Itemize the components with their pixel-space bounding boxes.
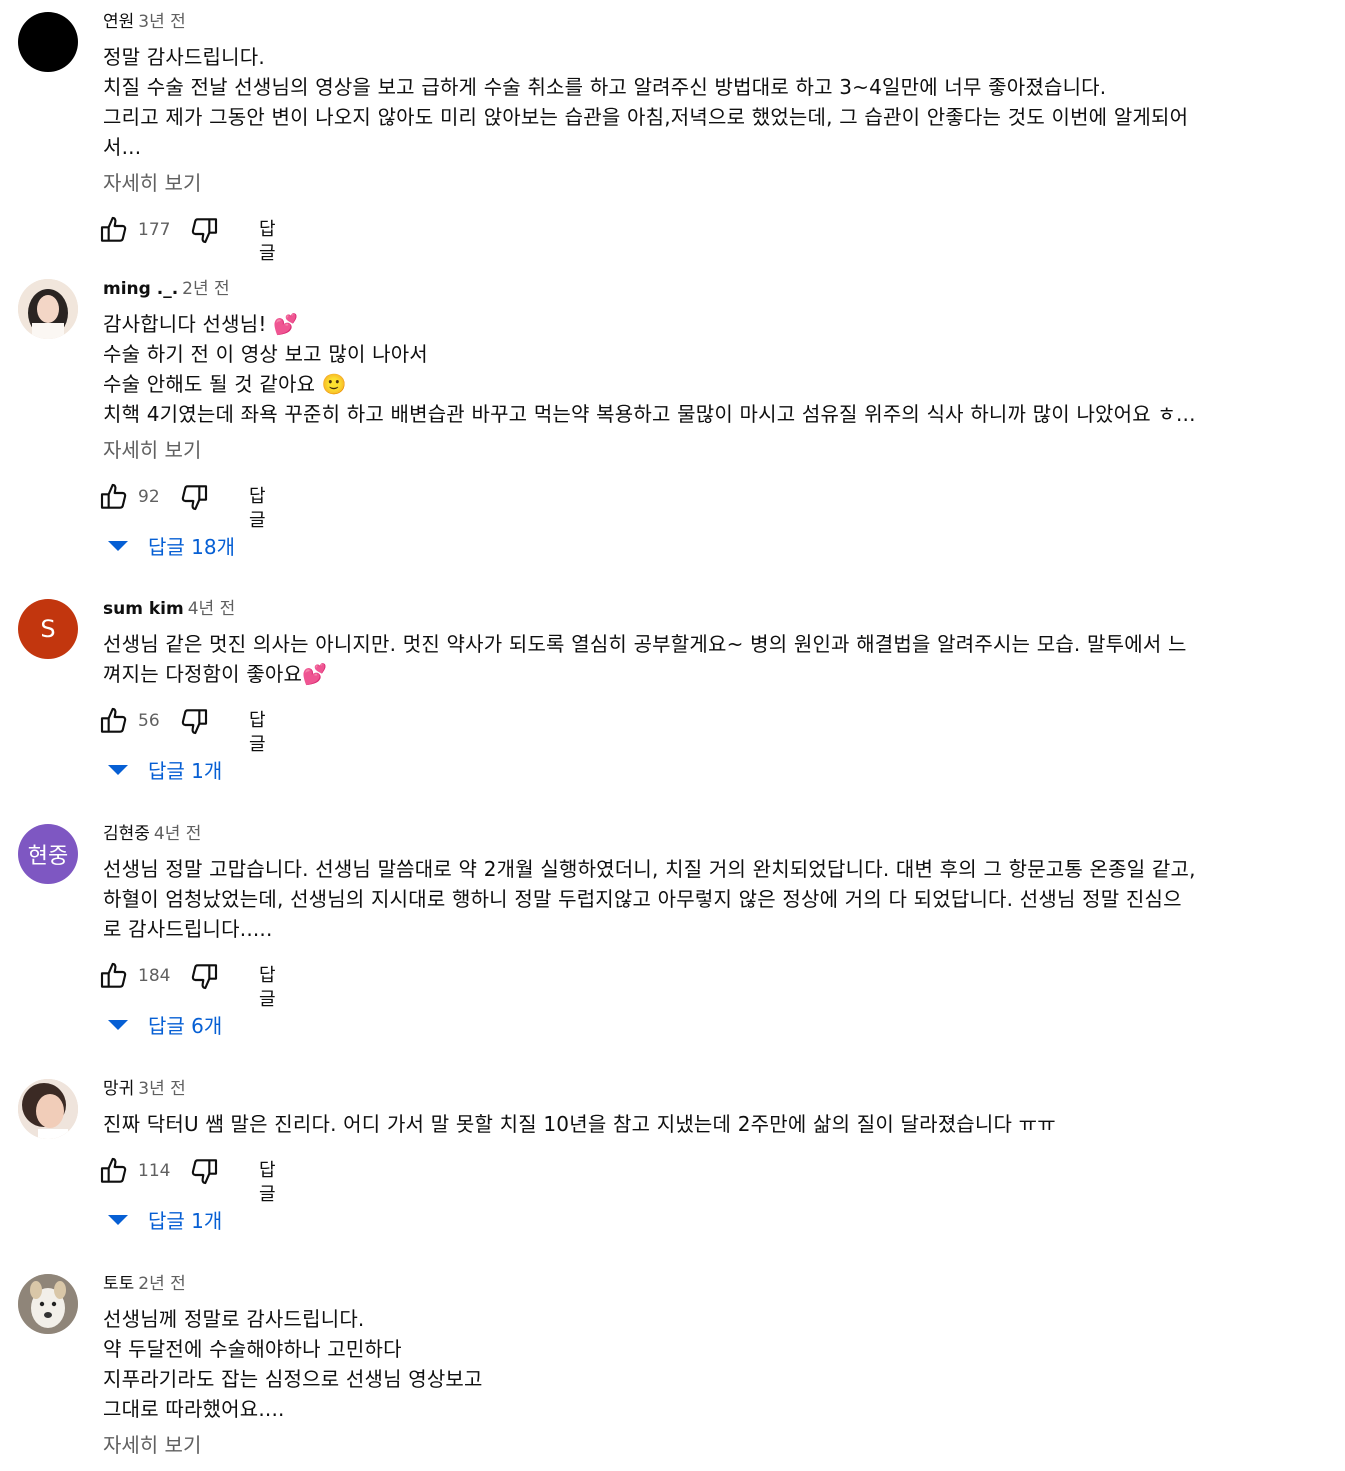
comment-text: 감사합니다 선생님! 💕 수술 하기 전 이 영상 보고 많이 나아서 수술 안… [103, 309, 1298, 429]
profile-photo-icon [18, 1274, 78, 1334]
comment-text: 선생님 정말 고맙습니다. 선생님 말씀대로 약 2개월 실행하였더니, 치질 … [103, 854, 1298, 944]
thumb-down-icon [181, 709, 208, 735]
comment-line: 감사합니다 선생님! 💕 [103, 312, 299, 336]
thumb-down-icon [191, 1159, 218, 1185]
reply-button[interactable]: 답글 [259, 964, 276, 1012]
dislike-button[interactable] [188, 1155, 220, 1187]
like-count: 184 [138, 966, 171, 986]
reply-button[interactable]: 답글 [249, 709, 266, 757]
comment-header: 김현중 4년 전 [103, 821, 201, 847]
comment-header: sum kim 4년 전 [103, 596, 235, 622]
comment-line: 그리고 제가 그동안 변이 나오지 않아도 미리 앉아보는 습관을 아침,저녁으… [103, 105, 1189, 129]
thumb-up-icon [100, 707, 127, 733]
comment-header: 연원 3년 전 [103, 9, 186, 35]
dislike-button[interactable] [188, 214, 220, 246]
like-count: 92 [138, 487, 160, 507]
like-count: 56 [138, 711, 160, 731]
author-name[interactable]: 연원 [103, 12, 134, 32]
replies-count: 답글 6개 [148, 1014, 223, 1038]
comment-line: 껴지는 다정함이 좋아요💕 [103, 662, 328, 686]
triangle-down-icon [108, 541, 128, 551]
author-name[interactable]: sum kim [103, 599, 184, 619]
reply-button[interactable]: 답글 [249, 485, 266, 533]
author-name[interactable]: 김현중 [103, 824, 150, 844]
thumb-up-icon [100, 1157, 127, 1183]
thumb-down-icon [181, 485, 208, 511]
avatar[interactable]: 현중 [18, 824, 78, 884]
comment-line: 지푸라기라도 잡는 심정으로 선생님 영상보고 [103, 1367, 483, 1391]
comment-time[interactable]: 4년 전 [188, 599, 236, 619]
reply-button[interactable]: 답글 [259, 1159, 276, 1207]
avatar[interactable] [18, 1274, 78, 1334]
author-name[interactable]: ming ._. [103, 279, 178, 299]
replies-count: 답글 1개 [148, 1209, 223, 1233]
comment-line: 그대로 따라했어요.... [103, 1397, 285, 1421]
comment-line: 선생님 정말 고맙습니다. 선생님 말씀대로 약 2개월 실행하였더니, 치질 … [103, 857, 1196, 881]
author-name[interactable]: 토토 [103, 1274, 134, 1294]
read-more-button[interactable]: 자세히 보기 [103, 1430, 201, 1460]
triangle-down-icon [108, 765, 128, 775]
replies-count: 답글 1개 [148, 759, 223, 783]
read-more-button[interactable]: 자세히 보기 [103, 168, 201, 198]
avatar[interactable]: S [18, 599, 78, 659]
comment-line: 선생님 같은 멋진 의사는 아니지만. 멋진 약사가 되도록 열심히 공부할게요… [103, 632, 1187, 656]
comment-header: 토토 2년 전 [103, 1271, 186, 1297]
like-count: 177 [138, 220, 171, 240]
thumb-up-icon [100, 483, 127, 509]
comment-header: ming ._. 2년 전 [103, 276, 230, 302]
comment-text: 선생님 같은 멋진 의사는 아니지만. 멋진 약사가 되도록 열심히 공부할게요… [103, 629, 1298, 689]
comment-line: 진짜 닥터U 쌤 말은 진리다. 어디 가서 말 못할 치질 10년을 참고 지… [103, 1112, 1056, 1136]
comment-line: 선생님께 정말로 감사드립니다. [103, 1307, 365, 1331]
profile-photo-icon [18, 279, 78, 339]
thumb-down-icon [191, 218, 218, 244]
comment-line: 정말 감사드립니다. [103, 45, 265, 69]
comment-header: 망귀 3년 전 [103, 1076, 186, 1102]
dislike-button[interactable] [178, 481, 210, 513]
thumb-up-icon [100, 962, 127, 988]
avatar[interactable] [18, 1079, 78, 1139]
like-count: 114 [138, 1161, 171, 1181]
dislike-button[interactable] [178, 705, 210, 737]
like-button[interactable] [98, 481, 130, 513]
author-name[interactable]: 망귀 [103, 1079, 134, 1099]
profile-photo-icon [18, 1079, 78, 1139]
comment-line: 서... [103, 135, 142, 159]
like-button[interactable] [98, 705, 130, 737]
avatar[interactable] [18, 279, 78, 339]
dislike-button[interactable] [188, 960, 220, 992]
comment-time[interactable]: 4년 전 [154, 824, 202, 844]
comment-time[interactable]: 2년 전 [182, 279, 230, 299]
avatar-initial: 현중 [27, 844, 69, 869]
thumb-down-icon [191, 964, 218, 990]
comment-line: 치질 수술 전날 선생님의 영상을 보고 급하게 수술 취소를 하고 알려주신 … [103, 75, 1107, 99]
triangle-down-icon [108, 1020, 128, 1030]
comment-line: 수술 안해도 될 것 같아요 🙂 [103, 372, 347, 396]
like-button[interactable] [98, 214, 130, 246]
comment-text: 선생님께 정말로 감사드립니다. 약 두달전에 수술해야하나 고민하다 지푸라기… [103, 1304, 1298, 1424]
comment-text: 진짜 닥터U 쌤 말은 진리다. 어디 가서 말 못할 치질 10년을 참고 지… [103, 1109, 1298, 1139]
comment-line: 하혈이 엄청났었는데, 선생님의 지시대로 행하니 정말 두럽지않고 아무렇지 … [103, 887, 1182, 911]
comment-time[interactable]: 3년 전 [138, 1079, 186, 1099]
like-button[interactable] [98, 1155, 130, 1187]
reply-button[interactable]: 답글 [259, 218, 276, 266]
comment-time[interactable]: 3년 전 [138, 12, 186, 32]
comment-text: 정말 감사드립니다. 치질 수술 전날 선생님의 영상을 보고 급하게 수술 취… [103, 42, 1298, 162]
avatar[interactable] [18, 12, 78, 72]
triangle-down-icon [108, 1215, 128, 1225]
comment-line: 로 감사드립니다..... [103, 917, 273, 941]
avatar-initial: S [40, 615, 56, 643]
comment-time[interactable]: 2년 전 [138, 1274, 186, 1294]
replies-count: 답글 18개 [148, 535, 236, 559]
thumb-up-icon [100, 216, 127, 242]
like-button[interactable] [98, 960, 130, 992]
read-more-button[interactable]: 자세히 보기 [103, 435, 201, 465]
comment-line: 치핵 4기였는데 좌욕 꾸준히 하고 배변습관 바꾸고 먹는약 복용하고 물많이… [103, 402, 1196, 426]
comment-line: 수술 하기 전 이 영상 보고 많이 나아서 [103, 342, 428, 366]
comment-line: 약 두달전에 수술해야하나 고민하다 [103, 1337, 402, 1361]
